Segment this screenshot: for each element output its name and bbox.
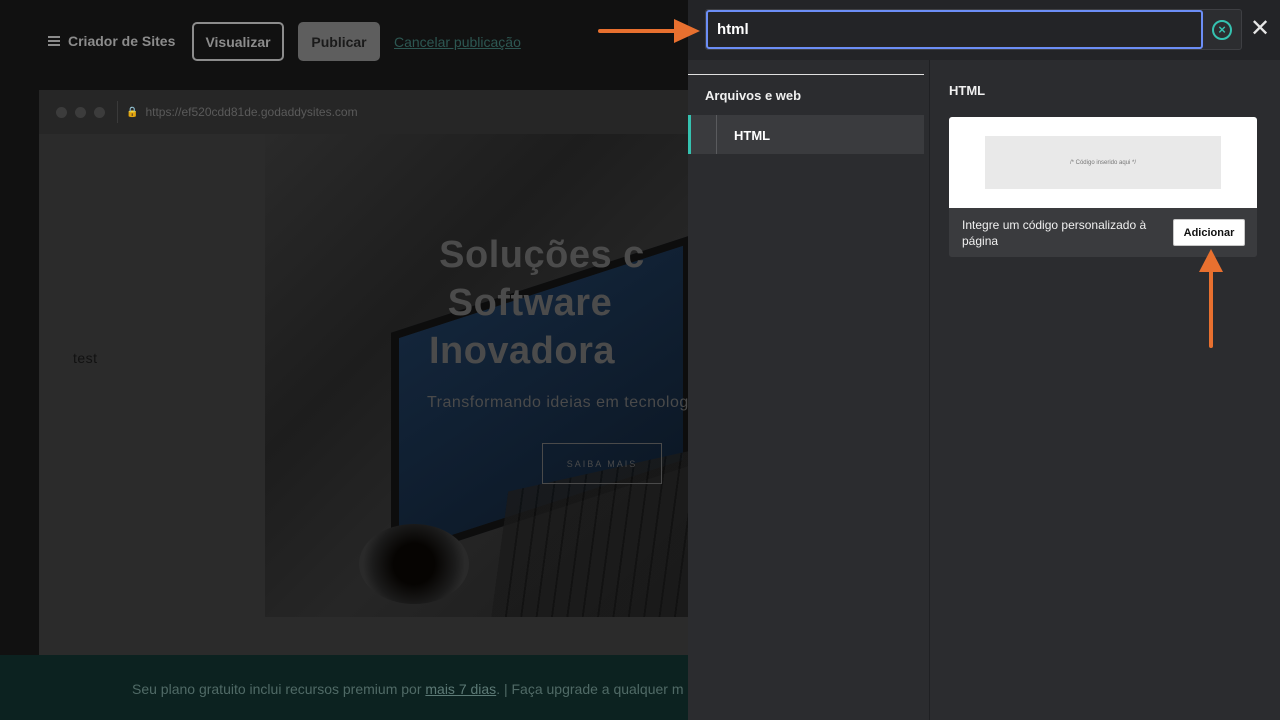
banner-text-start: Seu plano gratuito inclui recursos premi… [132, 681, 426, 697]
preview-button[interactable]: Visualizar [192, 22, 284, 61]
search-wrapper: × [705, 9, 1242, 50]
site-builder-label: Criador de Sites [68, 33, 176, 49]
category-divider [688, 74, 924, 75]
hamburger-icon [48, 36, 60, 46]
circle-x-icon[interactable]: × [1212, 20, 1232, 40]
hero-title-line: Software [447, 282, 613, 324]
lock-icon: 🔒 [126, 106, 139, 118]
window-dot-icon [56, 106, 67, 118]
hero-subtitle: Transformando ideias em tecnolog [427, 394, 689, 411]
html-section-card[interactable]: /* Código inserido aqui */ Integre um có… [949, 117, 1257, 257]
hero-section[interactable]: Soluções c Software Inovadora Transforma… [265, 134, 699, 617]
site-builder-menu[interactable]: Criador de Sites [48, 33, 175, 49]
hero-title-line: Soluções c [439, 234, 645, 276]
results-column: HTML /* Código inserido aqui */ Integre … [931, 60, 1280, 720]
site-url: https://ef520cdd81de.godaddysites.com [145, 105, 358, 119]
banner-text-end: . | Faça upgrade a qualquer m [496, 681, 684, 697]
banner-days-link[interactable]: mais 7 dias [425, 681, 496, 697]
code-placeholder: /* Código inserido aqui */ [985, 136, 1221, 189]
category-item-label: HTML [734, 128, 771, 143]
category-indent-line [716, 115, 717, 154]
selected-indicator [688, 115, 691, 154]
publish-button[interactable]: Publicar [298, 22, 380, 61]
side-text[interactable]: test [73, 350, 98, 366]
banner-text: Seu plano gratuito inclui recursos premi… [132, 681, 684, 697]
hero-title-line: Inovadora [428, 330, 616, 372]
hero-cta-button[interactable]: SAIBA MAIS [542, 443, 662, 484]
hero-image-cup [359, 524, 469, 604]
cancel-publish-link[interactable]: Cancelar publicação [394, 34, 521, 50]
add-button[interactable]: Adicionar [1173, 219, 1245, 246]
panel-search-bar: × ✕ [688, 0, 1280, 60]
close-icon[interactable]: ✕ [1249, 17, 1271, 41]
search-input[interactable] [706, 10, 1203, 49]
site-preview-frame: 🔒 https://ef520cdd81de.godaddysites.com … [39, 90, 699, 690]
category-heading: Arquivos e web [705, 88, 802, 103]
arrow-up-icon [1199, 249, 1223, 348]
category-item-html[interactable]: HTML [688, 115, 924, 154]
add-section-panel: × ✕ Arquivos e web HTML HTML /* Código i… [688, 0, 1280, 720]
window-dot-icon [94, 106, 105, 118]
window-dot-icon [75, 106, 86, 118]
card-description: Integre um código personalizado à página [962, 218, 1147, 248]
url-divider [117, 101, 118, 123]
results-heading: HTML [949, 83, 986, 98]
browser-bar: 🔒 https://ef520cdd81de.godaddysites.com [39, 90, 699, 134]
arrow-right-icon [598, 19, 700, 43]
card-preview: /* Código inserido aqui */ [949, 117, 1257, 208]
category-list: Arquivos e web HTML [688, 60, 930, 720]
